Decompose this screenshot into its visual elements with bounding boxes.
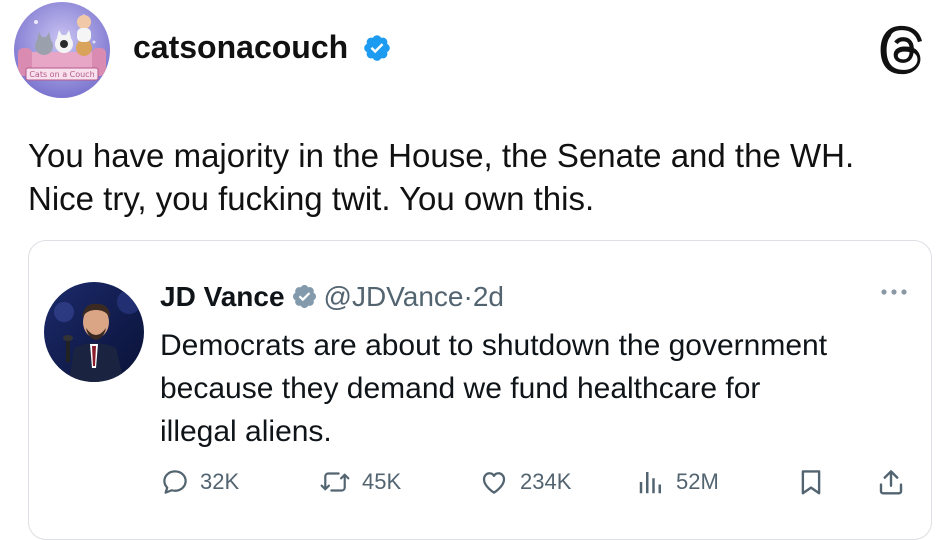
action-bar: 32K 45K 234K 52M <box>0 462 948 502</box>
verified-badge-icon <box>364 35 390 61</box>
quoted-text-line: Democrats are about to shutdown the gove… <box>160 329 828 362</box>
like-icon <box>482 472 506 494</box>
avatar-badge-text: Cats on a Couch <box>29 70 94 79</box>
views-icon <box>639 472 661 494</box>
share-button[interactable] <box>876 462 916 502</box>
repost-icon <box>320 472 350 492</box>
quoted-author-name[interactable]: JD Vance <box>160 281 285 312</box>
bookmark-button[interactable] <box>796 462 836 502</box>
more-icon[interactable] <box>876 282 912 302</box>
verified-badge-icon <box>292 284 316 309</box>
repost-count: 45K <box>362 469 402 494</box>
reply-button[interactable]: 32K <box>160 462 239 502</box>
like-count: 234K <box>520 469 572 494</box>
post-text-line: Nice try, you fucking twit. You own this… <box>28 180 595 217</box>
quoted-author-avatar[interactable] <box>44 282 144 382</box>
quoted-author-handle[interactable]: @JDVance <box>324 281 464 312</box>
reply-count: 32K <box>200 469 240 494</box>
bookmark-icon <box>801 470 821 495</box>
author-avatar[interactable]: Cats on a Couch <box>14 2 110 98</box>
quoted-text-line: because they demand we fund healthcare f… <box>160 372 761 405</box>
reply-icon <box>163 470 187 494</box>
post-age[interactable]: 2d <box>473 281 504 312</box>
threads-logo-icon[interactable] <box>878 25 928 75</box>
quoted-post-body: Democrats are about to shutdown the gove… <box>160 324 920 453</box>
quoted-post-header: JD Vance @JDVance·2d <box>160 279 504 315</box>
dot-separator: · <box>463 281 473 312</box>
quoted-text-line: illegal aliens. <box>160 415 332 448</box>
post-text-line: You have majority in the House, the Sena… <box>28 137 855 174</box>
like-button[interactable]: 234K <box>478 462 571 502</box>
post-body: You have majority in the House, the Sena… <box>28 134 928 220</box>
views-button[interactable]: 52M <box>636 462 719 502</box>
views-count: 52M <box>676 469 719 494</box>
author-username[interactable]: catsonacouch <box>133 28 348 66</box>
repost-button[interactable]: 45K <box>318 462 401 502</box>
share-icon <box>879 470 903 495</box>
